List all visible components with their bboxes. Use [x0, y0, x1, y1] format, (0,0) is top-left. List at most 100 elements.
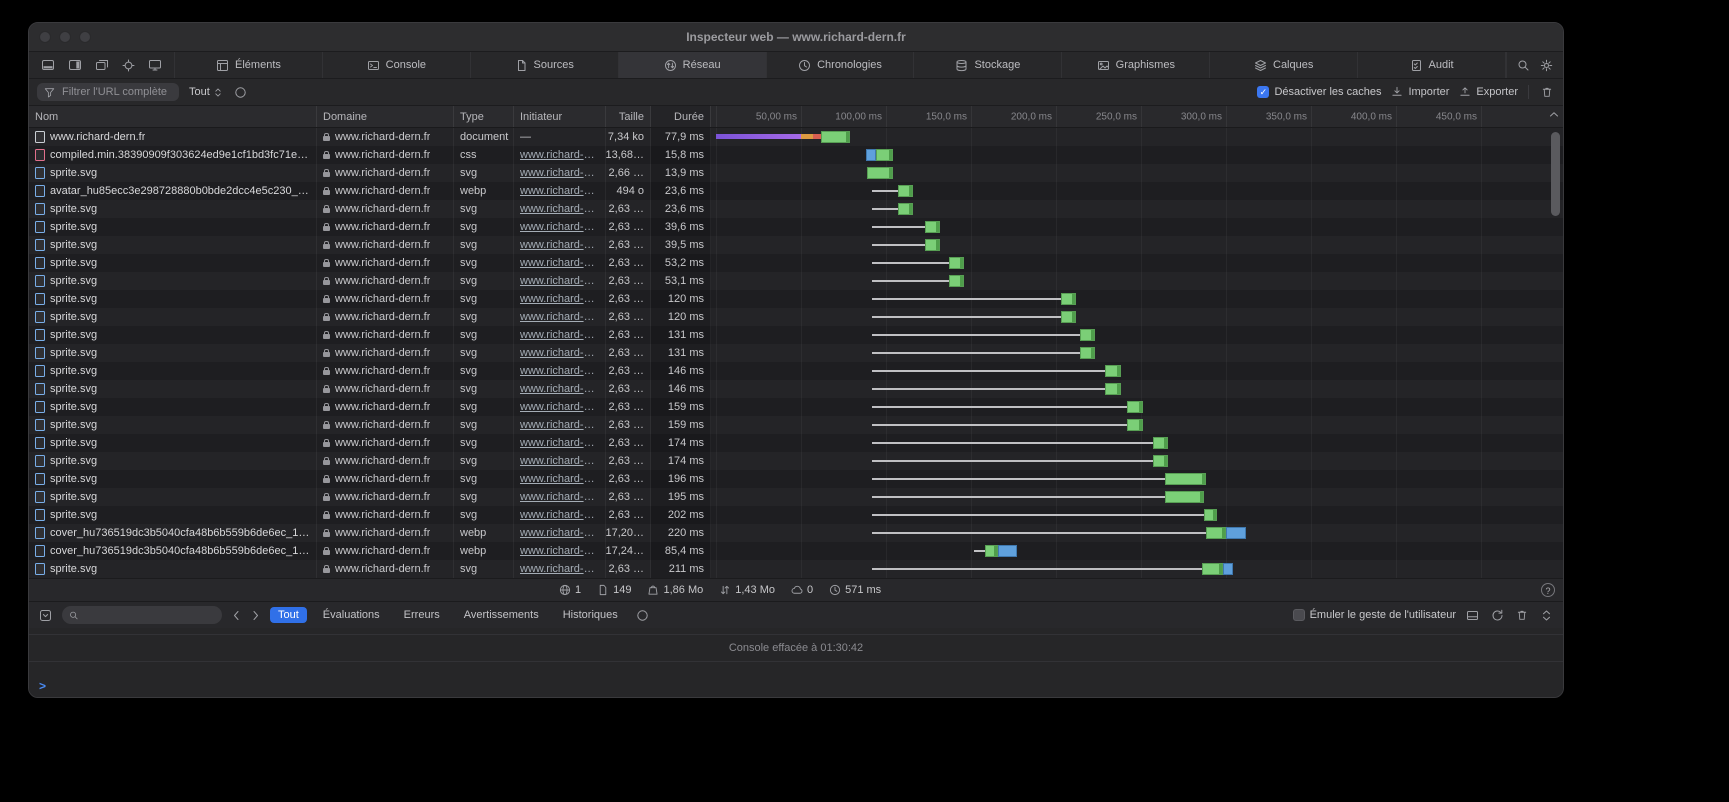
console-search-input[interactable] — [83, 608, 215, 622]
table-row[interactable]: sprite.svgwww.richard-dern.frsvgwww.rich… — [29, 290, 1563, 308]
tab-graphics[interactable]: Graphismes — [1062, 52, 1210, 78]
export-button[interactable]: Exporter — [1459, 86, 1518, 98]
console-drawer-button[interactable] — [1464, 607, 1481, 624]
initiator-link[interactable]: www.richard-d… — [520, 437, 599, 449]
initiator-link[interactable]: www.richard-d… — [520, 239, 599, 251]
reload-button[interactable] — [1489, 607, 1506, 624]
console-mode-button[interactable] — [37, 607, 54, 624]
device-button[interactable] — [146, 57, 164, 73]
table-row[interactable]: www.richard-dern.frwww.richard-dern.frdo… — [29, 128, 1563, 146]
scroll-top-button[interactable] — [1549, 111, 1559, 118]
table-scrollbar-thumb[interactable] — [1551, 132, 1560, 216]
table-row[interactable]: sprite.svgwww.richard-dern.frsvgwww.rich… — [29, 416, 1563, 434]
table-row[interactable]: sprite.svgwww.richard-dern.frsvgwww.rich… — [29, 362, 1563, 380]
initiator-link[interactable]: www.richard-d… — [520, 347, 599, 359]
tab-layers[interactable]: Calques — [1210, 52, 1358, 78]
table-row[interactable]: sprite.svgwww.richard-dern.frsvgwww.rich… — [29, 326, 1563, 344]
column-header-initiator[interactable]: Initiateur — [514, 106, 606, 127]
table-row[interactable]: sprite.svgwww.richard-dern.frsvgwww.rich… — [29, 380, 1563, 398]
title-bar[interactable]: Inspecteur web — www.richard-dern.fr — [29, 23, 1563, 52]
resource-scope-dropdown[interactable]: Tout — [189, 86, 222, 98]
settings-button[interactable] — [1538, 57, 1555, 74]
initiator-link[interactable]: www.richard-d… — [520, 455, 599, 467]
table-row[interactable]: compiled.min.38390909f303624ed9e1cf1bd3f… — [29, 146, 1563, 164]
table-row[interactable]: sprite.svgwww.richard-dern.frsvgwww.rich… — [29, 272, 1563, 290]
tab-audit[interactable]: Audit — [1358, 52, 1506, 78]
previous-result-button[interactable] — [230, 608, 242, 623]
console-scope-circle-button[interactable] — [634, 607, 651, 624]
initiator-link[interactable]: www.richard-d… — [520, 509, 599, 521]
initiator-link[interactable]: www.richard-d… — [520, 365, 599, 377]
table-row[interactable]: sprite.svgwww.richard-dern.frsvgwww.rich… — [29, 218, 1563, 236]
initiator-link[interactable]: www.richard-d… — [520, 419, 599, 431]
element-picker-button[interactable] — [120, 57, 137, 74]
clear-network-button[interactable] — [1539, 84, 1555, 100]
emulate-user-gesture-checkbox[interactable]: ✓ — [1293, 609, 1305, 621]
column-header-size[interactable]: Taille — [606, 106, 651, 127]
initiator-link[interactable]: www.richard-d… — [520, 329, 599, 341]
table-row[interactable]: sprite.svgwww.richard-dern.frsvgwww.rich… — [29, 506, 1563, 524]
clear-console-button[interactable] — [1514, 607, 1530, 623]
tab-network[interactable]: Réseau — [619, 52, 767, 78]
column-header-duration[interactable]: Durée — [651, 106, 711, 127]
tab-storage[interactable]: Stockage — [914, 52, 1062, 78]
column-header-type[interactable]: Type — [454, 106, 514, 127]
initiator-link[interactable]: www.richard-d… — [520, 257, 599, 269]
column-header-domain[interactable]: Domaine — [317, 106, 454, 127]
dock-side-button[interactable] — [66, 57, 84, 73]
url-filter-input[interactable] — [60, 85, 172, 99]
table-row[interactable]: sprite.svgwww.richard-dern.frsvgwww.rich… — [29, 308, 1563, 326]
initiator-link[interactable]: www.richard-d… — [520, 275, 599, 287]
table-row[interactable]: sprite.svgwww.richard-dern.frsvgwww.rich… — [29, 560, 1563, 578]
table-row[interactable]: sprite.svgwww.richard-dern.frsvgwww.rich… — [29, 470, 1563, 488]
disable-caches-option[interactable]: ✓ Désactiver les caches — [1257, 86, 1381, 98]
initiator-link[interactable]: www.richard-d… — [520, 383, 599, 395]
initiator-link[interactable]: www.richard-d… — [520, 293, 599, 305]
next-result-button[interactable] — [250, 608, 262, 623]
initiator-link[interactable]: www.richard-d… — [520, 545, 599, 557]
close-window-button[interactable] — [39, 31, 51, 43]
table-row[interactable]: sprite.svgwww.richard-dern.frsvgwww.rich… — [29, 452, 1563, 470]
initiator-link[interactable]: www.richard-d… — [520, 203, 599, 215]
console-tab-logs[interactable]: Historiques — [555, 607, 626, 623]
network-scope-circle-button[interactable] — [232, 84, 249, 101]
table-row[interactable]: sprite.svgwww.richard-dern.frsvgwww.rich… — [29, 434, 1563, 452]
help-button[interactable]: ? — [1541, 583, 1555, 597]
table-row[interactable]: sprite.svgwww.richard-dern.frsvgwww.rich… — [29, 398, 1563, 416]
initiator-link[interactable]: www.richard-d… — [520, 149, 599, 161]
column-header-name[interactable]: Nom — [29, 106, 317, 127]
zoom-window-button[interactable] — [79, 31, 91, 43]
console-tab-evaluations[interactable]: Évaluations — [315, 607, 388, 623]
table-row[interactable]: avatar_hu85ecc3e298728880b0bde2dcc4e5c23… — [29, 182, 1563, 200]
undock-button[interactable] — [93, 57, 111, 73]
initiator-link[interactable]: www.richard-d… — [520, 401, 599, 413]
table-row[interactable]: cover_hu736519dc3b5040cfa48b6b559b6de6ec… — [29, 524, 1563, 542]
search-button[interactable] — [1515, 57, 1532, 74]
initiator-link[interactable]: www.richard-d… — [520, 221, 599, 233]
table-row[interactable]: sprite.svgwww.richard-dern.frsvgwww.rich… — [29, 200, 1563, 218]
minimize-window-button[interactable] — [59, 31, 71, 43]
initiator-link[interactable]: www.richard-d… — [520, 473, 599, 485]
initiator-link[interactable]: www.richard-d… — [520, 563, 599, 575]
initiator-link[interactable]: www.richard-d… — [520, 491, 599, 503]
console-tab-all[interactable]: Tout — [270, 607, 307, 623]
table-row[interactable]: sprite.svgwww.richard-dern.frsvgwww.rich… — [29, 236, 1563, 254]
tab-elements[interactable]: Éléments — [175, 52, 323, 78]
dock-bottom-button[interactable] — [39, 57, 57, 73]
url-filter-field[interactable] — [37, 83, 179, 101]
expand-console-button[interactable] — [1538, 607, 1555, 624]
initiator-link[interactable]: www.richard-d… — [520, 527, 599, 539]
table-row[interactable]: sprite.svgwww.richard-dern.frsvgwww.rich… — [29, 344, 1563, 362]
import-button[interactable]: Importer — [1391, 86, 1449, 98]
table-row[interactable]: sprite.svgwww.richard-dern.frsvgwww.rich… — [29, 164, 1563, 182]
table-row[interactable]: sprite.svgwww.richard-dern.frsvgwww.rich… — [29, 488, 1563, 506]
console-tab-warnings[interactable]: Avertissements — [456, 607, 547, 623]
console-tab-errors[interactable]: Erreurs — [396, 607, 448, 623]
tab-sources[interactable]: Sources — [471, 52, 619, 78]
tab-timelines[interactable]: Chronologies — [767, 52, 915, 78]
table-row[interactable]: cover_hu736519dc3b5040cfa48b6b559b6de6ec… — [29, 542, 1563, 560]
emulate-user-gesture-option[interactable]: ✓ Émuler le geste de l'utilisateur — [1293, 609, 1456, 621]
disable-caches-checkbox[interactable]: ✓ — [1257, 86, 1269, 98]
initiator-link[interactable]: www.richard-d… — [520, 185, 599, 197]
tab-console[interactable]: Console — [323, 52, 471, 78]
